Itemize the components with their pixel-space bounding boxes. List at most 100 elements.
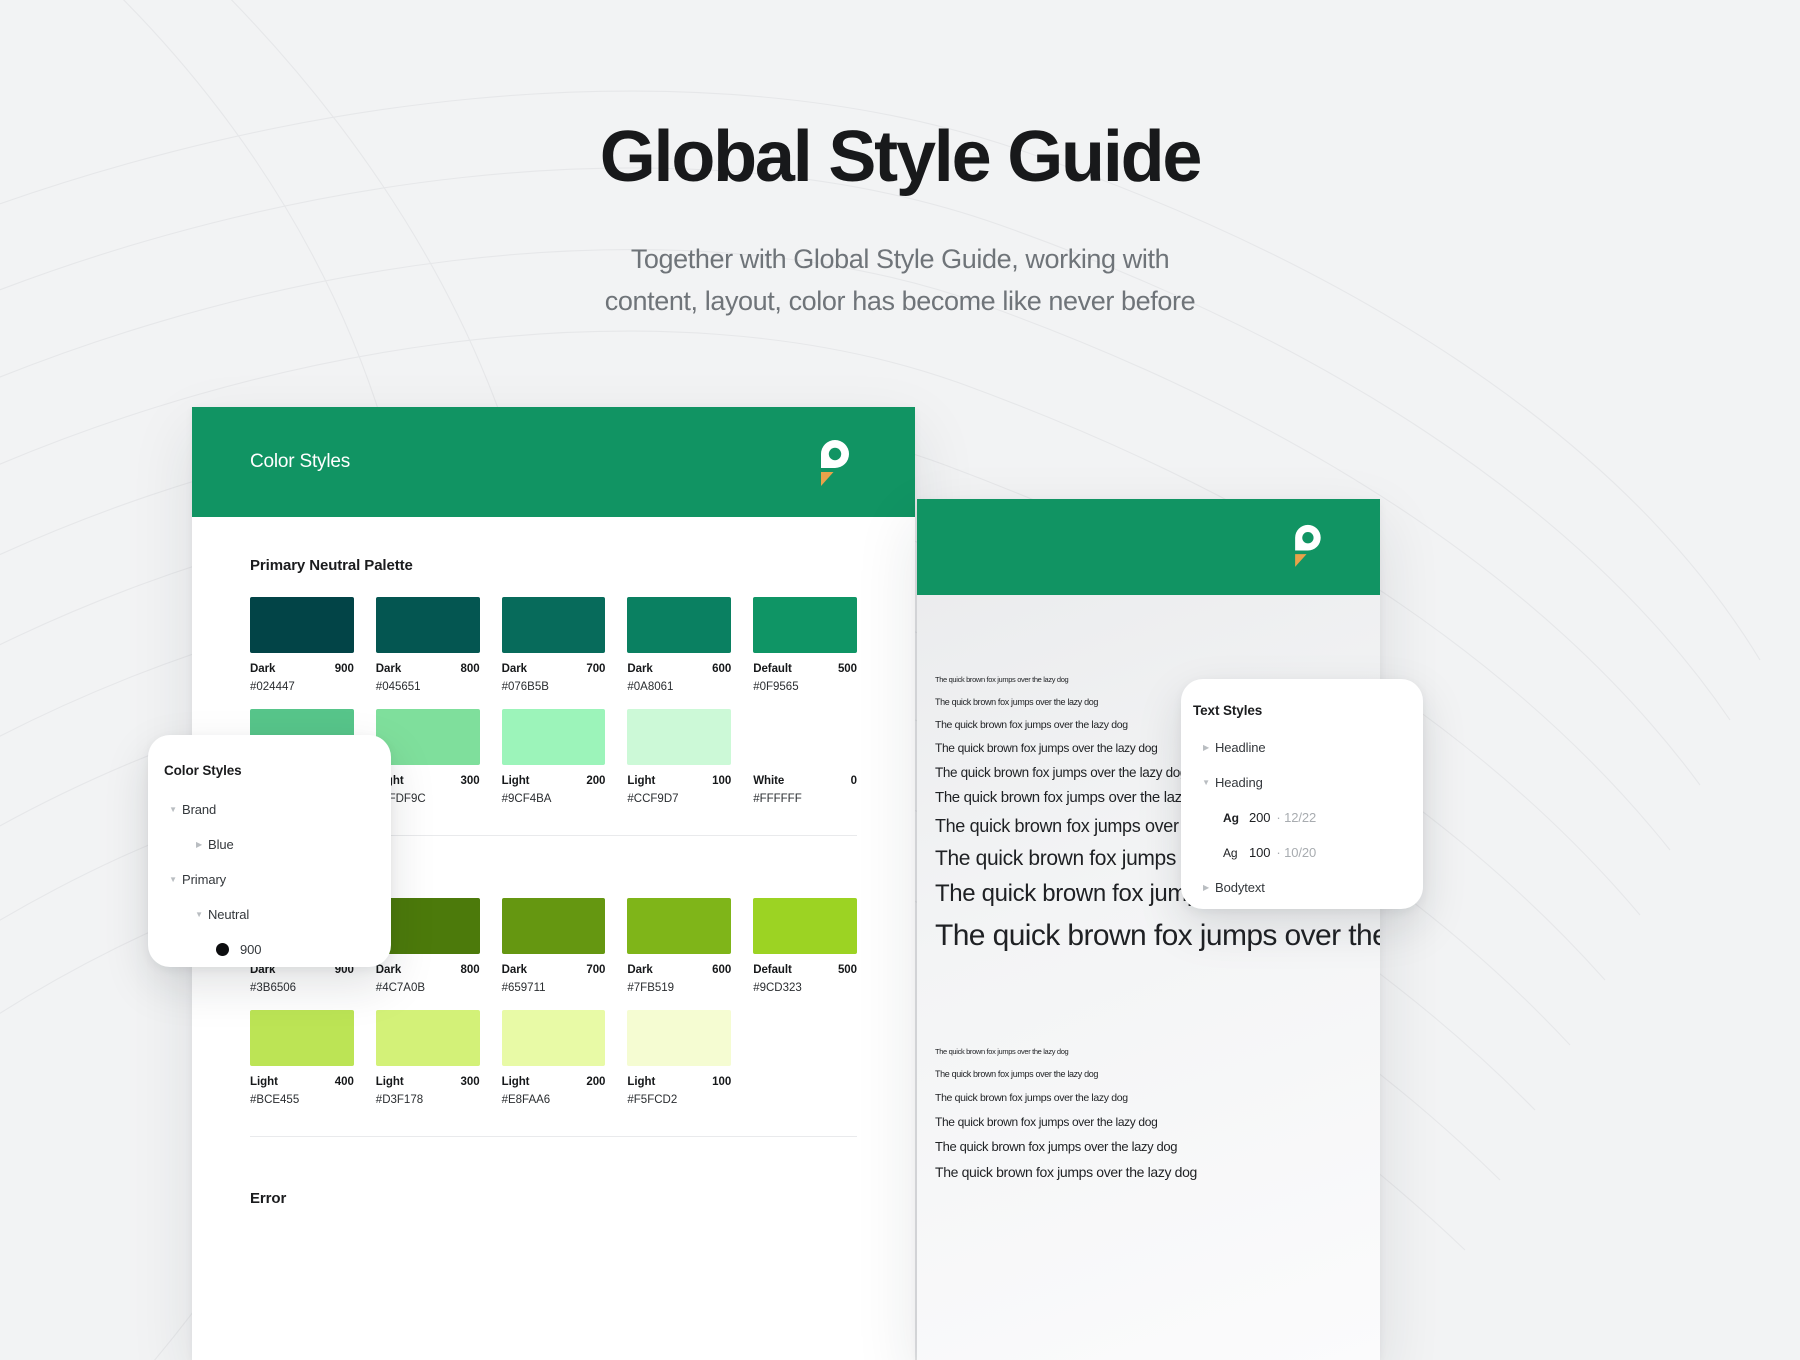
swatch-hex: #BCE455 xyxy=(250,1094,300,1106)
swatch-hex: #D3F178 xyxy=(375,1094,424,1106)
swatch-chip xyxy=(501,898,606,954)
swatch-step: 200 xyxy=(586,1076,606,1088)
swatch[interactable]: White 0 #FFFFFF xyxy=(753,709,857,805)
swatch-chip xyxy=(627,898,732,954)
text-style-ratio: · 10/20 xyxy=(1276,845,1317,860)
swatch-hex: #4C7A0B xyxy=(375,982,426,994)
swatch-chip xyxy=(627,597,732,653)
swatch[interactable]: Dark 800 #045651 xyxy=(375,597,480,693)
tree-item-label: Bodytext xyxy=(1215,880,1265,895)
swatch-row: Dark 900 #024447 Dark 800 #045651 Dark 7… xyxy=(250,597,857,693)
swatch-step: 700 xyxy=(586,663,606,675)
swatch[interactable]: Dark 600 #7FB519 xyxy=(627,898,731,994)
swatch-label: Light xyxy=(501,1076,530,1088)
swatch[interactable]: Dark 700 #076B5B xyxy=(501,597,606,693)
text-style-size: 200 xyxy=(1249,810,1271,825)
swatch-hex: #CCF9D7 xyxy=(627,793,679,805)
chevron-right-icon[interactable]: ▶ xyxy=(1197,743,1215,752)
text-style-size: 100 xyxy=(1249,845,1271,860)
tree-item-primary[interactable]: ▼ Primary xyxy=(148,862,391,897)
swatch[interactable]: Dark 600 #0A8061 xyxy=(627,597,731,693)
chevron-down-icon[interactable]: ▼ xyxy=(190,910,208,919)
swatch-step: 500 xyxy=(837,964,857,976)
chevron-down-icon[interactable]: ▼ xyxy=(164,805,182,814)
ag-sample-bold: Ag xyxy=(1223,810,1239,825)
tree-item-label: Blue xyxy=(208,837,234,852)
swatch[interactable]: Light 100 #CCF9D7 xyxy=(627,709,731,805)
tree-item-900[interactable]: 900 xyxy=(148,932,391,967)
tree-item-label: Brand xyxy=(182,802,217,817)
swatch-chip xyxy=(753,898,857,954)
tree-item-heading[interactable]: ▼ Heading xyxy=(1181,765,1423,800)
chevron-right-icon[interactable]: ▶ xyxy=(190,840,208,849)
chevron-right-icon[interactable]: ▶ xyxy=(1197,883,1215,892)
p-pencil-logo-icon xyxy=(811,436,857,488)
swatch-placeholder xyxy=(753,1010,857,1106)
tree-item-blue[interactable]: ▶ Blue xyxy=(148,827,391,862)
tree-item-headline[interactable]: ▶ Headline xyxy=(1181,730,1423,765)
swatch[interactable]: Light 300 #7FDF9C xyxy=(375,709,480,805)
subtitle-line-2: content, layout, color has become like n… xyxy=(604,285,1196,316)
swatch[interactable]: Light 100 #F5FCD2 xyxy=(627,1010,731,1106)
specimen-line: The quick brown fox jumps over the lazy … xyxy=(935,1139,1178,1154)
swatch-chip xyxy=(627,709,732,765)
text-styles-card: The quick brown fox jumps over the lazy … xyxy=(917,499,1380,1360)
swatch[interactable]: Default 500 #9CD323 xyxy=(753,898,857,994)
tree-item-label: 900 xyxy=(240,942,262,957)
swatch[interactable]: Default 500 #0F9565 xyxy=(753,597,857,693)
swatch-label: Dark xyxy=(250,663,276,675)
swatch-label: Dark xyxy=(501,663,527,675)
swatch-chip xyxy=(250,1010,354,1066)
swatch[interactable]: Light 200 #9CF4BA xyxy=(501,709,606,805)
swatch-hex: #9CD323 xyxy=(753,982,802,994)
swatch-step: 0 xyxy=(850,775,857,787)
swatch-meta: White 0 xyxy=(753,775,857,787)
swatch[interactable]: Light 200 #E8FAA6 xyxy=(501,1010,606,1106)
swatch-meta: Light 300 xyxy=(376,775,480,787)
swatch-step: 900 xyxy=(334,663,354,675)
swatch[interactable]: Dark 800 #4C7A0B xyxy=(375,898,480,994)
swatch-chip xyxy=(375,1010,480,1066)
swatch-meta: Light 300 xyxy=(376,1076,480,1088)
swatch-hex: #FFFFFF xyxy=(753,793,802,805)
swatch-label: Dark xyxy=(627,964,653,976)
swatch-row: Light 400 #BCE455 Light 300 #D3F178 Ligh… xyxy=(250,1010,857,1106)
swatch-meta: Default 500 xyxy=(753,964,857,976)
swatch-meta: Light 200 xyxy=(502,775,606,787)
specimen-line: The quick brown fox jumps over the lazy … xyxy=(935,1164,1197,1180)
swatch[interactable]: Dark 900 #024447 xyxy=(250,597,354,693)
swatch-hex: #076B5B xyxy=(501,681,549,693)
swatch-label: Dark xyxy=(627,663,653,675)
swatch-step: 800 xyxy=(460,964,480,976)
palette-section-title-error: Error xyxy=(250,1190,287,1207)
text-styles-popover: Text Styles ▶ Headline ▼ Heading Ag 200 … xyxy=(1181,679,1423,909)
swatch-step: 800 xyxy=(460,663,480,675)
tree-item-bodytext[interactable]: ▶ Bodytext xyxy=(1181,870,1423,905)
swatch-meta: Light 200 xyxy=(502,1076,606,1088)
tree-item-neutral[interactable]: ▼ Neutral xyxy=(148,897,391,932)
type-card-header xyxy=(917,499,1380,595)
swatch-meta: Dark 800 xyxy=(376,964,480,976)
swatch-hex: #7FB519 xyxy=(627,982,675,994)
swatch-step: 600 xyxy=(712,663,732,675)
swatch-chip xyxy=(753,709,857,765)
swatch[interactable]: Light 400 #BCE455 xyxy=(250,1010,354,1106)
tree-item-brand[interactable]: ▼ Brand xyxy=(148,792,391,827)
specimen-line: The quick brown fox jumps over the lazy … xyxy=(935,919,1380,952)
swatch-hex: #9CF4BA xyxy=(501,793,552,805)
swatch-step: 600 xyxy=(712,964,732,976)
swatch-label: Default xyxy=(753,964,792,976)
type-spacer xyxy=(917,960,1380,1040)
text-style-item-100[interactable]: Ag 100 · 10/20 xyxy=(1181,835,1423,870)
chevron-down-icon[interactable]: ▼ xyxy=(1197,778,1215,787)
swatch-step: 500 xyxy=(837,663,857,675)
swatch-hex: #F5FCD2 xyxy=(627,1094,678,1106)
color-card-title: Color Styles xyxy=(250,451,351,472)
swatch-meta: Dark 700 xyxy=(502,663,606,675)
swatch-meta: Light 100 xyxy=(627,775,731,787)
specimen-line: The quick brown fox jumps over the lazy … xyxy=(935,1069,1099,1079)
swatch[interactable]: Dark 700 #659711 xyxy=(501,898,606,994)
swatch[interactable]: Light 300 #D3F178 xyxy=(375,1010,480,1106)
text-style-item-200[interactable]: Ag 200 · 12/22 xyxy=(1181,800,1423,835)
chevron-down-icon[interactable]: ▼ xyxy=(164,875,182,884)
